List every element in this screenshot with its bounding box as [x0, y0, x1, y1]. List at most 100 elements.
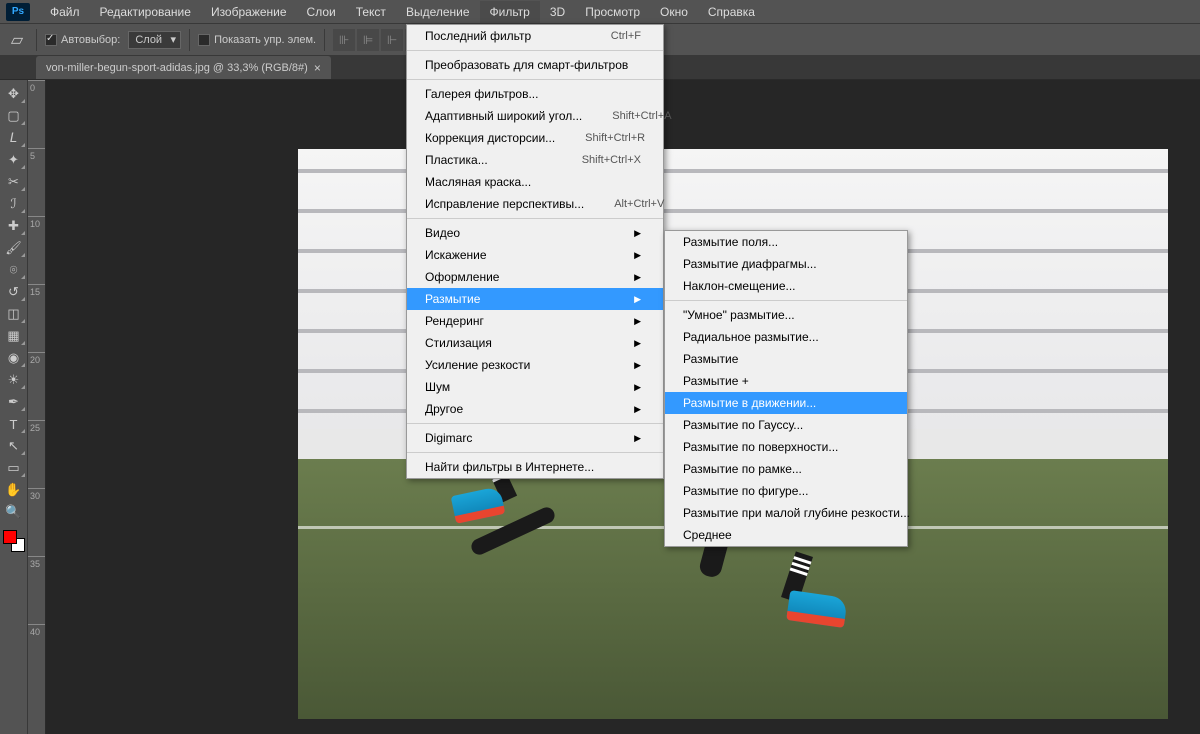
blur-menu-item[interactable]: Размытие при малой глубине резкости...: [665, 502, 907, 524]
menu-file[interactable]: Файл: [40, 1, 90, 23]
autoselect-checkbox[interactable]: Автовыбор:: [45, 34, 120, 46]
ruler-tick: 5: [28, 148, 45, 216]
menu-window[interactable]: Окно: [650, 1, 698, 23]
menu-separator: [407, 452, 663, 453]
menu-item-label: Размытие: [425, 292, 480, 306]
wand-tool[interactable]: ✦: [2, 150, 26, 170]
blur-menu-item[interactable]: Радиальное размытие...: [665, 326, 907, 348]
menu-item-label: Пластика...: [425, 153, 488, 167]
submenu-arrow-icon: ▶: [634, 250, 641, 261]
filter-menu-item[interactable]: Галерея фильтров...: [407, 83, 663, 105]
pen-tool[interactable]: ✒: [2, 392, 26, 412]
menu-shortcut: Alt+Ctrl+V: [614, 198, 664, 210]
text-tool[interactable]: T: [2, 414, 26, 434]
filter-menu-item[interactable]: Исправление перспективы...Alt+Ctrl+V: [407, 193, 663, 215]
filter-menu-item[interactable]: Усиление резкости▶: [407, 354, 663, 376]
history-brush-tool[interactable]: ↺: [2, 282, 26, 302]
menu-separator: [407, 79, 663, 80]
eyedropper-tool[interactable]: ℐ: [2, 194, 26, 214]
filter-menu-item[interactable]: Рендеринг▶: [407, 310, 663, 332]
filter-menu-item[interactable]: Размытие ▶: [407, 288, 663, 310]
menu-text[interactable]: Текст: [346, 1, 396, 23]
show-controls-checkbox[interactable]: Показать упр. элем.: [198, 34, 316, 46]
filter-menu-item[interactable]: Другое▶: [407, 398, 663, 420]
menu-separator: [407, 423, 663, 424]
submenu-arrow-icon: ▶: [634, 272, 641, 283]
dodge-tool[interactable]: ☀: [2, 370, 26, 390]
filter-menu-item[interactable]: Найти фильтры в Интернете...: [407, 456, 663, 478]
submenu-arrow-icon: ▶: [634, 228, 641, 239]
menubar: Ps Файл Редактирование Изображение Слои …: [0, 0, 1200, 24]
blur-menu-item[interactable]: Размытие поля...: [665, 231, 907, 253]
filter-menu-item[interactable]: Digimarc▶: [407, 427, 663, 449]
ruler-vertical: 0 5 10 15 20 25 30 35 40: [28, 80, 46, 734]
filter-menu-item[interactable]: Адаптивный широкий угол...Shift+Ctrl+A: [407, 105, 663, 127]
menu-item-label: Размытие поля...: [683, 235, 778, 249]
blur-menu-item[interactable]: Размытие по рамке...: [665, 458, 907, 480]
ruler-tick: 20: [28, 352, 45, 420]
blur-menu-item[interactable]: Размытие диафрагмы...: [665, 253, 907, 275]
align-btn[interactable]: ⊩: [381, 29, 403, 51]
crop-tool[interactable]: ✂: [2, 172, 26, 192]
blur-menu-item[interactable]: Размытие в движении...: [665, 392, 907, 414]
filter-menu-item[interactable]: Шум▶: [407, 376, 663, 398]
filter-menu-item[interactable]: Последний фильтрCtrl+F: [407, 25, 663, 47]
ruler-tick: 35: [28, 556, 45, 624]
marquee-tool[interactable]: ▢: [2, 106, 26, 126]
blur-menu-item[interactable]: Размытие: [665, 348, 907, 370]
foreground-color[interactable]: [3, 530, 17, 544]
filter-menu-item[interactable]: Коррекция дисторсии...Shift+Ctrl+R: [407, 127, 663, 149]
autoselect-select[interactable]: Слой: [128, 31, 181, 49]
blur-menu-item[interactable]: Размытие +: [665, 370, 907, 392]
menu-item-label: Искажение: [425, 248, 487, 262]
ruler-tick: 0: [28, 80, 45, 148]
menu-help[interactable]: Справка: [698, 1, 765, 23]
ruler-tick: 25: [28, 420, 45, 488]
submenu-arrow-icon: ▶: [634, 294, 641, 305]
blur-menu-item[interactable]: Размытие по поверхности...: [665, 436, 907, 458]
submenu-arrow-icon: ▶: [634, 360, 641, 371]
filter-menu-item[interactable]: Стилизация▶: [407, 332, 663, 354]
blur-menu-item[interactable]: Среднее: [665, 524, 907, 546]
stamp-tool[interactable]: ⌾: [2, 260, 26, 280]
hand-tool[interactable]: ✋: [2, 480, 26, 500]
blur-menu-item[interactable]: Наклон-смещение...: [665, 275, 907, 297]
blur-tool[interactable]: ◉: [2, 348, 26, 368]
menu-item-label: Рендеринг: [425, 314, 484, 328]
menu-image[interactable]: Изображение: [201, 1, 297, 23]
filter-menu-item[interactable]: Преобразовать для смарт-фильтров: [407, 54, 663, 76]
filter-menu-item[interactable]: Видео▶: [407, 222, 663, 244]
align-btn[interactable]: ⊪: [333, 29, 355, 51]
color-swatches[interactable]: [3, 530, 25, 552]
menu-select[interactable]: Выделение: [396, 1, 480, 23]
blur-menu-item[interactable]: Размытие по фигуре...: [665, 480, 907, 502]
eraser-tool[interactable]: ◫: [2, 304, 26, 324]
brush-tool[interactable]: 🖌: [2, 238, 26, 258]
zoom-tool[interactable]: 🔍: [2, 502, 26, 522]
menu-item-label: Адаптивный широкий угол...: [425, 109, 582, 123]
menu-3d[interactable]: 3D: [540, 1, 575, 23]
menu-edit[interactable]: Редактирование: [90, 1, 201, 23]
menu-view[interactable]: Просмотр: [575, 1, 650, 23]
filter-menu-item[interactable]: Пластика...Shift+Ctrl+X: [407, 149, 663, 171]
document-tab[interactable]: von-miller-begun-sport-adidas.jpg @ 33,3…: [36, 56, 331, 79]
filter-menu-item[interactable]: Масляная краска...: [407, 171, 663, 193]
divider: [189, 29, 190, 51]
shape-tool[interactable]: ▭: [2, 458, 26, 478]
filter-menu-item[interactable]: Оформление▶: [407, 266, 663, 288]
submenu-arrow-icon: ▶: [634, 404, 641, 415]
blur-menu-item[interactable]: Размытие по Гауссу...: [665, 414, 907, 436]
heal-tool[interactable]: ✚: [2, 216, 26, 236]
menu-shortcut: Shift+Ctrl+R: [585, 132, 645, 144]
gradient-tool[interactable]: ▦: [2, 326, 26, 346]
move-tool[interactable]: ✥: [2, 84, 26, 104]
menu-layers[interactable]: Слои: [297, 1, 346, 23]
menu-filter[interactable]: Фильтр: [480, 1, 540, 23]
path-tool[interactable]: ↖: [2, 436, 26, 456]
lasso-tool[interactable]: 𝘓: [2, 128, 26, 148]
align-btn[interactable]: ⊫: [357, 29, 379, 51]
ruler-tick: 10: [28, 216, 45, 284]
blur-menu-item[interactable]: "Умное" размытие...: [665, 304, 907, 326]
tab-close-icon[interactable]: ×: [314, 61, 321, 75]
filter-menu-item[interactable]: Искажение ▶: [407, 244, 663, 266]
